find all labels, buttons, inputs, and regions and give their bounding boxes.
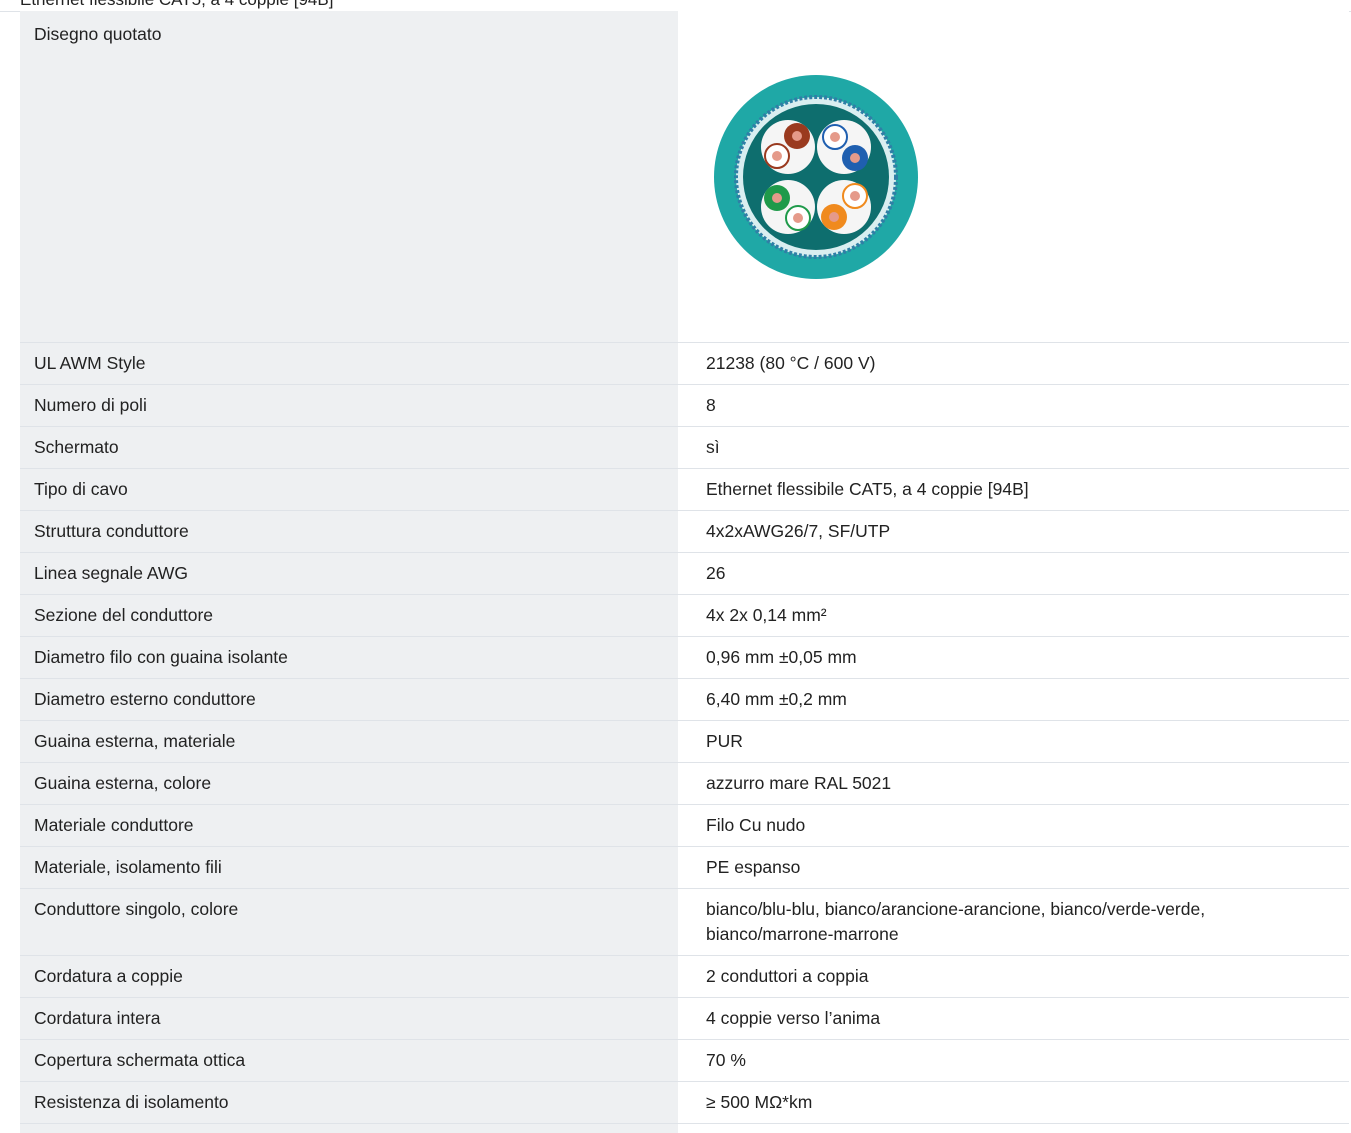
spec-label: Materiale conduttore bbox=[20, 804, 678, 847]
spec-page: Ethernet flessibile CAT5, a 4 coppie [94… bbox=[0, 0, 1351, 1133]
spec-row: Cordatura a coppie 2 conduttori a coppia bbox=[20, 955, 1349, 998]
spec-value: 21238 (80 °C / 600 V) bbox=[678, 342, 1349, 385]
spec-value: 4 coppie verso l’anima bbox=[678, 997, 1349, 1040]
spec-row: Guaina esterna, colore azzurro mare RAL 5… bbox=[20, 762, 1349, 805]
spec-row: Schermato sì bbox=[20, 426, 1349, 469]
spec-value: 8 bbox=[678, 384, 1349, 427]
spec-value: bianco/blu-blu, bianco/arancione-arancio… bbox=[678, 888, 1349, 956]
spec-value: Ethernet flessibile CAT5, a 4 coppie [94… bbox=[678, 468, 1349, 511]
spec-value: Filo Cu nudo bbox=[678, 804, 1349, 847]
spec-label: Resistenza di isolamento bbox=[20, 1081, 678, 1124]
spec-row: Tipo di cavo Ethernet flessibile CAT5, a … bbox=[20, 468, 1349, 511]
spec-value: 70 % bbox=[678, 1039, 1349, 1082]
spec-value: ≥ 500 MΩ*km bbox=[678, 1081, 1349, 1124]
spec-label: UL AWM Style bbox=[20, 342, 678, 385]
spec-label: Linea segnale AWG bbox=[20, 552, 678, 595]
drawing-label: Disegno quotato bbox=[20, 11, 678, 343]
spec-row: Resistenza di isolamento ≥ 500 MΩ*km bbox=[20, 1081, 1349, 1124]
spec-row: Materiale conduttore Filo Cu nudo bbox=[20, 804, 1349, 847]
spec-row: Resistenza del doppino≤ 290,00 Ω/km bbox=[20, 1123, 1349, 1133]
spec-row: Linea segnale AWG 26 bbox=[20, 552, 1349, 595]
spec-label: Numero di poli bbox=[20, 384, 678, 427]
spec-row: Conduttore singolo, colore bianco/blu-blu… bbox=[20, 888, 1349, 956]
spec-value: PUR bbox=[678, 720, 1349, 763]
spec-row: Cordatura intera 4 coppie verso l’anima bbox=[20, 997, 1349, 1040]
spec-value: 4x 2x 0,14 mm² bbox=[678, 594, 1349, 637]
spec-value: 2 conduttori a coppia bbox=[678, 955, 1349, 998]
spec-label: Resistenza del doppino bbox=[20, 1123, 678, 1133]
spec-label: Diametro esterno conduttore bbox=[20, 678, 678, 721]
spec-row: Copertura schermata ottica 70 % bbox=[20, 1039, 1349, 1082]
cutoff-text: Ethernet flessibile CAT5, a 4 coppie [94… bbox=[20, 0, 333, 9]
spec-label: Struttura conduttore bbox=[20, 510, 678, 553]
spec-row: Materiale, isolamento fili PE espanso bbox=[20, 846, 1349, 889]
spec-value: ≤ 290,00 Ω/km bbox=[678, 1123, 1349, 1133]
spec-row: Diametro esterno conduttore 6,40 mm ±0,2 … bbox=[20, 678, 1349, 721]
drawing-row: Disegno quotato bbox=[20, 11, 1349, 343]
drawing-cell bbox=[678, 11, 1349, 343]
spec-label: Guaina esterna, materiale bbox=[20, 720, 678, 763]
spec-label: Copertura schermata ottica bbox=[20, 1039, 678, 1082]
spec-label: Materiale, isolamento fili bbox=[20, 846, 678, 889]
spec-label: Schermato bbox=[20, 426, 678, 469]
spec-label: Cordatura intera bbox=[20, 997, 678, 1040]
spec-label: Sezione del conduttore bbox=[20, 594, 678, 637]
spec-value: 4x2xAWG26/7, SF/UTP bbox=[678, 510, 1349, 553]
spec-label: Guaina esterna, colore bbox=[20, 762, 678, 805]
spec-value: azzurro mare RAL 5021 bbox=[678, 762, 1349, 805]
spec-label: Cordatura a coppie bbox=[20, 955, 678, 998]
spec-row: UL AWM Style 21238 (80 °C / 600 V) bbox=[20, 342, 1349, 385]
spec-row: Numero di poli 8 bbox=[20, 384, 1349, 427]
cable-cross-section-image bbox=[714, 75, 918, 279]
spec-row: Guaina esterna, materiale PUR bbox=[20, 720, 1349, 763]
spec-row: Sezione del conduttore 4x 2x 0,14 mm² bbox=[20, 594, 1349, 637]
spec-value: 6,40 mm ±0,2 mm bbox=[678, 678, 1349, 721]
spec-label: Diametro filo con guaina isolante bbox=[20, 636, 678, 679]
spec-value: sì bbox=[678, 426, 1349, 469]
spec-label: Tipo di cavo bbox=[20, 468, 678, 511]
spec-row: Diametro filo con guaina isolante 0,96 mm… bbox=[20, 636, 1349, 679]
spec-value: 0,96 mm ±0,05 mm bbox=[678, 636, 1349, 679]
spec-table: Disegno quotato UL AWM Style 21238 (80 °… bbox=[20, 11, 1349, 1133]
spec-value: PE espanso bbox=[678, 846, 1349, 889]
spec-row: Struttura conduttore 4x2xAWG26/7, SF/UTP bbox=[20, 510, 1349, 553]
spec-rows: UL AWM Style 21238 (80 °C / 600 V) Numero … bbox=[20, 342, 1349, 1133]
spec-label: Conduttore singolo, colore bbox=[20, 888, 678, 956]
spec-value: 26 bbox=[678, 552, 1349, 595]
